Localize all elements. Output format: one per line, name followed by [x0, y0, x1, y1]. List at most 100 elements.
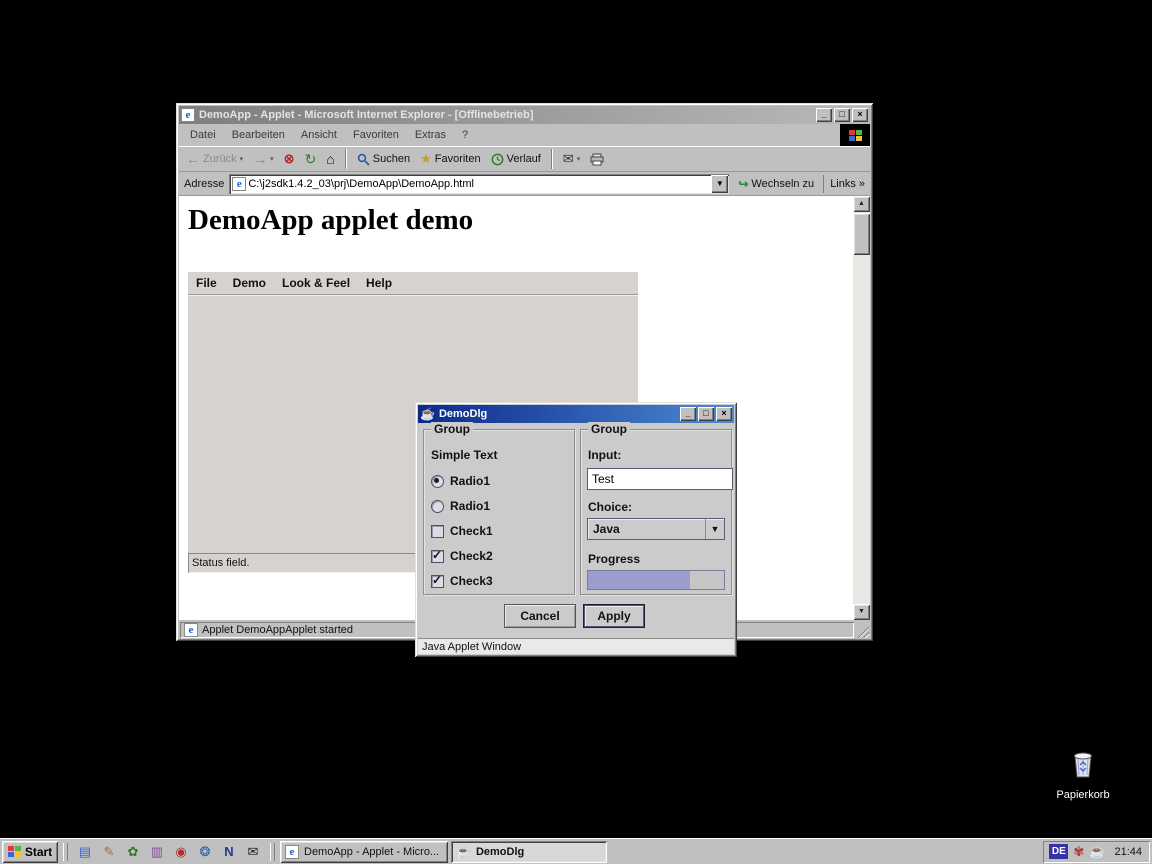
dialog-maximize-button[interactable]: □: [698, 407, 714, 421]
chevron-down-icon[interactable]: ▼: [705, 519, 724, 539]
menu-item-extras[interactable]: Extras: [408, 127, 453, 143]
quicklaunch-icon[interactable]: ✎: [99, 842, 119, 862]
mail-icon: ✉: [563, 151, 574, 167]
windows-flag-icon: [8, 846, 21, 857]
address-input-box: e ▼: [229, 174, 729, 194]
demodlg-title: DemoDlg: [439, 408, 680, 420]
applet-menu-demo[interactable]: Demo: [233, 276, 266, 290]
search-button[interactable]: Suchen: [354, 152, 413, 167]
checkbox-option-3[interactable]: Check3: [431, 573, 493, 589]
scroll-thumb[interactable]: [853, 213, 870, 255]
history-button[interactable]: Verlauf: [488, 152, 544, 167]
refresh-button[interactable]: ↻: [302, 150, 320, 169]
menu-item-hilfe[interactable]: ?: [455, 127, 475, 143]
radio-option-2[interactable]: Radio1: [431, 498, 490, 514]
home-button[interactable]: ⌂: [323, 151, 337, 167]
mail-button[interactable]: ✉ ▾: [560, 150, 583, 168]
links-bar[interactable]: Links »: [823, 175, 865, 193]
stop-button[interactable]: ⊗: [281, 150, 298, 168]
recycle-bin-shortcut[interactable]: Papierkorb: [1048, 748, 1118, 801]
refresh-icon: ↻: [305, 151, 317, 168]
ie-toolbar: ← Zurück ▾ → ▾ ⊗ ↻ ⌂ Suchen ★ Favoriten: [179, 146, 870, 172]
vertical-scrollbar[interactable]: ▲ ▼: [853, 196, 870, 620]
applet-menu-lookfeel[interactable]: Look & Feel: [282, 276, 350, 290]
keyboard-language-indicator[interactable]: DE: [1049, 844, 1068, 859]
demodlg-titlebar[interactable]: ☕ DemoDlg _ □ ×: [418, 405, 734, 423]
quicklaunch-icon[interactable]: N: [219, 842, 239, 862]
resize-grip[interactable]: [856, 625, 869, 638]
desktop: e DemoApp - Applet - Microsoft Internet …: [0, 0, 1152, 864]
start-button[interactable]: Start: [2, 841, 58, 863]
quicklaunch-icon[interactable]: ▤: [75, 842, 95, 862]
applet-menu-help[interactable]: Help: [366, 276, 392, 290]
minimize-button[interactable]: _: [816, 108, 832, 122]
menu-item-bearbeiten[interactable]: Bearbeiten: [225, 127, 292, 143]
page-title: DemoApp applet demo: [188, 204, 473, 237]
scroll-up-button[interactable]: ▲: [853, 196, 870, 212]
task-button-demodlg[interactable]: ☕ DemoDlg: [451, 841, 607, 863]
choice-combobox[interactable]: Java ▼: [587, 518, 725, 540]
print-icon: [590, 153, 604, 166]
page-icon: e: [232, 177, 246, 191]
back-button[interactable]: ← Zurück ▾: [183, 151, 246, 167]
dialog-minimize-button[interactable]: _: [680, 407, 696, 421]
back-dropdown-icon[interactable]: ▾: [240, 155, 244, 163]
menu-item-ansicht[interactable]: Ansicht: [294, 127, 344, 143]
applet-page-icon: e: [184, 623, 198, 637]
cancel-button[interactable]: Cancel: [504, 604, 576, 628]
quicklaunch-icon[interactable]: ▥: [147, 842, 167, 862]
go-button[interactable]: ↪ Wechseln zu: [734, 175, 818, 193]
radio-icon[interactable]: [431, 475, 444, 488]
favorites-button[interactable]: ★ Favoriten: [417, 150, 484, 168]
java-coffee-icon: ☕: [456, 845, 471, 859]
print-button[interactable]: [587, 152, 607, 167]
choice-value: Java: [588, 522, 705, 536]
forward-button[interactable]: → ▾: [250, 151, 277, 167]
status-text: Applet DemoAppApplet started: [202, 624, 353, 636]
task-button-demoapp[interactable]: e DemoApp - Applet - Micro...: [280, 841, 448, 863]
applet-menu-file[interactable]: File: [196, 276, 217, 290]
address-dropdown-button[interactable]: ▼: [711, 175, 728, 193]
quicklaunch-icon[interactable]: ✉: [243, 842, 263, 862]
java-coffee-icon: ☕: [420, 407, 435, 421]
close-button[interactable]: ×: [852, 108, 868, 122]
radio-option-1[interactable]: Radio1: [431, 473, 490, 489]
maximize-button[interactable]: □: [834, 108, 850, 122]
ie-titlebar[interactable]: e DemoApp - Applet - Microsoft Internet …: [179, 106, 870, 124]
dialog-close-button[interactable]: ×: [716, 407, 732, 421]
mail-dropdown-icon[interactable]: ▾: [577, 155, 581, 163]
choice-label: Choice:: [588, 500, 632, 514]
quicklaunch-icon[interactable]: ✿: [123, 842, 143, 862]
demodlg-window: ☕ DemoDlg _ □ × Group Simple Text Radio1…: [415, 402, 737, 657]
taskbar-grip[interactable]: [63, 843, 68, 861]
checkbox-option-2[interactable]: Check2: [431, 548, 493, 564]
tray-icon[interactable]: ✾: [1073, 845, 1084, 859]
windows-flag-icon: [849, 130, 862, 141]
input-field[interactable]: [587, 468, 733, 490]
demodlg-content: Group Simple Text Radio1 Radio1 Check1 C…: [418, 423, 734, 638]
forward-dropdown-icon[interactable]: ▾: [270, 155, 274, 163]
java-tray-icon[interactable]: ☕: [1089, 845, 1105, 859]
left-group-box: Group Simple Text Radio1 Radio1 Check1 C…: [423, 429, 575, 595]
recycle-bin-icon: [1067, 748, 1099, 780]
quick-launch-bar: ▤ ✎ ✿ ▥ ◉ ❂ N ✉: [73, 842, 265, 862]
radio-icon[interactable]: [431, 500, 444, 513]
checkbox-icon[interactable]: [431, 575, 444, 588]
scroll-down-button[interactable]: ▼: [853, 604, 870, 620]
links-chevron-icon[interactable]: »: [859, 178, 865, 190]
checkbox-option-1[interactable]: Check1: [431, 523, 493, 539]
menu-item-favoriten[interactable]: Favoriten: [346, 127, 406, 143]
checkbox-icon[interactable]: [431, 525, 444, 538]
go-arrow-icon: ↪: [738, 177, 748, 191]
taskbar-grip[interactable]: [270, 843, 275, 861]
quicklaunch-icon[interactable]: ◉: [171, 842, 191, 862]
back-arrow-icon: ←: [186, 152, 200, 166]
forward-arrow-icon: →: [253, 152, 267, 166]
quicklaunch-icon[interactable]: ❂: [195, 842, 215, 862]
toolbar-separator: [345, 149, 347, 169]
menu-item-datei[interactable]: Datei: [183, 127, 223, 143]
input-label: Input:: [588, 448, 621, 462]
checkbox-icon[interactable]: [431, 550, 444, 563]
address-input[interactable]: [246, 177, 711, 191]
apply-button[interactable]: Apply: [583, 604, 645, 628]
